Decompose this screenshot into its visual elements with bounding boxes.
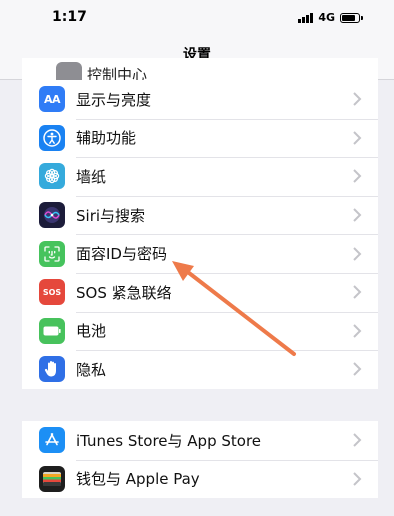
status-indicators: 4G [298, 11, 363, 24]
hand-icon [39, 356, 65, 383]
settings-row-emergency-sos[interactable]: SOS SOS 紧急联络 [22, 272, 378, 312]
signal-icon [298, 12, 314, 23]
chevron-right-icon [353, 285, 362, 299]
settings-row-label: 面容ID与密码 [76, 245, 167, 264]
face-id-icon [39, 240, 65, 267]
chevron-right-icon [353, 362, 362, 377]
battery-status-icon [340, 12, 363, 23]
sos-icon: SOS [39, 279, 65, 306]
siri-icon [39, 202, 65, 229]
settings-row-face-id[interactable]: 面容ID与密码 [22, 234, 378, 273]
settings-row-label: 显示与亮度 [76, 90, 152, 109]
settings-row-display[interactable]: AA 显示与亮度 [22, 80, 378, 119]
chevron-right-icon [353, 433, 362, 448]
chevron-right-icon [353, 169, 362, 184]
battery-icon [39, 317, 65, 344]
settings-row-wallet[interactable]: 钱包与 Apple Pay [22, 459, 378, 499]
settings-row-label: 电池 [76, 322, 107, 341]
settings-row-label: 辅助功能 [76, 129, 137, 148]
settings-row-label: Siri与搜索 [76, 206, 146, 225]
chevron-right-icon [353, 131, 362, 145]
settings-row-itunes-app-store[interactable]: iTunes Store与 App Store [22, 421, 378, 460]
text-size-icon: AA [39, 86, 65, 113]
settings-row-wallpaper[interactable]: 墙纸 [22, 157, 378, 196]
settings-group-store: iTunes Store与 App Store 钱包与 Apple Pay [22, 421, 378, 499]
status-time: 1:17 [52, 9, 87, 25]
settings-row-battery[interactable]: 电池 [22, 311, 378, 351]
chevron-right-icon [353, 324, 362, 338]
settings-row-label: 墙纸 [76, 167, 107, 186]
chevron-right-icon [353, 472, 362, 486]
settings-group-general: AA 显示与亮度 辅助功能 墙纸 Siri与搜索 面容ID与密码 SOS SOS… [22, 80, 378, 389]
settings-row-label: 钱包与 Apple Pay [76, 470, 200, 489]
chevron-right-icon [353, 92, 362, 107]
chevron-right-icon [353, 208, 362, 222]
app-store-icon [39, 427, 65, 454]
control-center-icon [56, 62, 82, 80]
list-item-control-center[interactable]: 控制中心 [22, 58, 378, 80]
settings-row-label: 隐私 [76, 360, 107, 379]
wallpaper-flower-icon [39, 163, 65, 190]
network-type: 4G [318, 11, 335, 24]
settings-row-label: SOS 紧急联络 [76, 283, 172, 302]
accessibility-icon [39, 124, 65, 151]
settings-row-privacy[interactable]: 隐私 [22, 350, 378, 389]
wallet-icon [39, 465, 65, 492]
settings-row-accessibility[interactable]: 辅助功能 [22, 118, 378, 158]
chevron-right-icon [353, 246, 362, 261]
list-item-label: 控制中心 [87, 66, 148, 80]
settings-row-label: iTunes Store与 App Store [76, 431, 262, 450]
settings-row-siri[interactable]: Siri与搜索 [22, 195, 378, 235]
